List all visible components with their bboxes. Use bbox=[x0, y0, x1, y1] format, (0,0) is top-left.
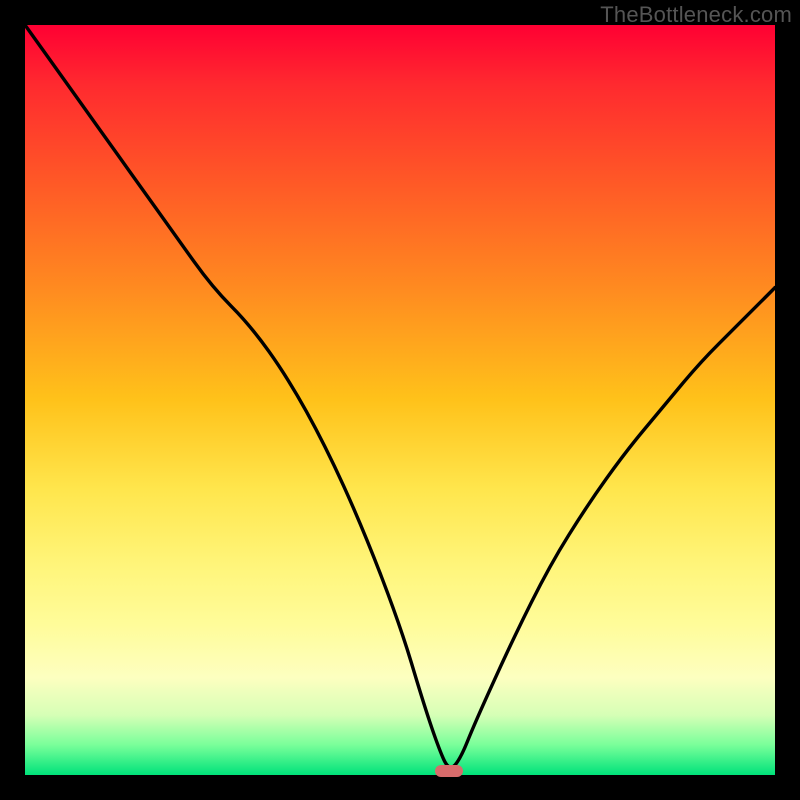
chart-frame: TheBottleneck.com bbox=[0, 0, 800, 800]
watermark-text: TheBottleneck.com bbox=[600, 2, 792, 28]
curve-path bbox=[25, 25, 775, 767]
optimal-marker bbox=[435, 765, 463, 777]
bottleneck-curve bbox=[25, 25, 775, 775]
plot-area bbox=[25, 25, 775, 775]
